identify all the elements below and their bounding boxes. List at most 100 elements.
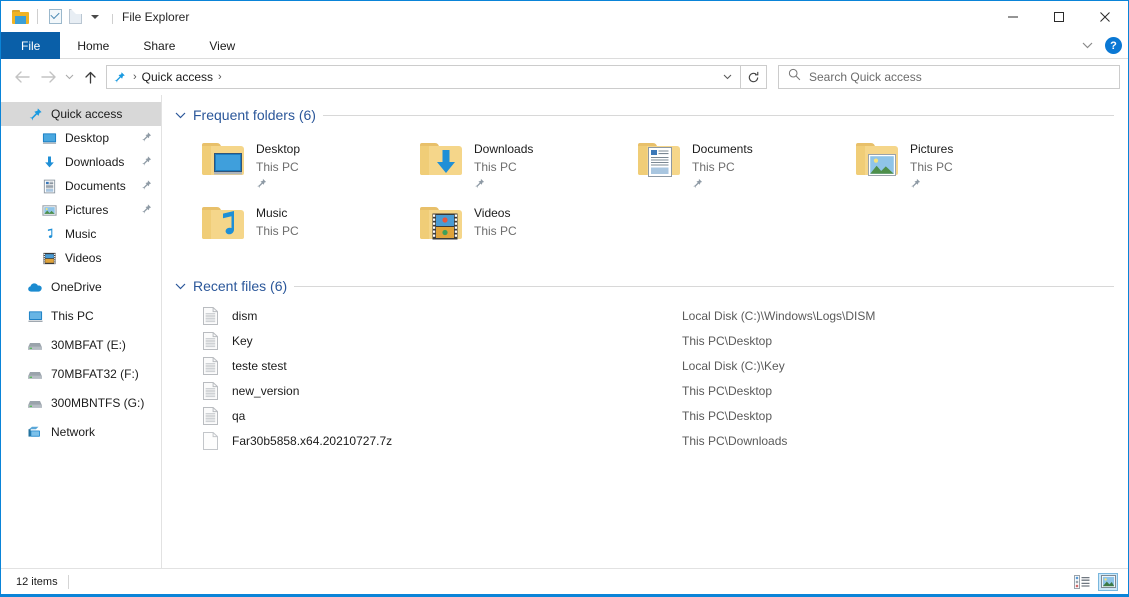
close-button[interactable]: [1082, 1, 1128, 32]
app-folder-icon[interactable]: [10, 7, 30, 27]
large-icons-view-button[interactable]: [1098, 573, 1118, 591]
desktop-icon: [40, 129, 58, 147]
sidebar-item-label: Quick access: [51, 107, 122, 121]
section-title: Recent files (6): [193, 278, 287, 294]
search-icon: [788, 68, 801, 86]
collapse-ribbon-chevron-icon[interactable]: [1078, 37, 1096, 55]
sidebar-item-drive-f[interactable]: 70MBFAT32 (F:): [1, 362, 161, 386]
recent-locations-chevron-icon[interactable]: [61, 64, 77, 90]
pin-star-icon: [26, 105, 44, 123]
recent-file-path: This PC\Desktop: [682, 384, 772, 398]
tab-view[interactable]: View: [192, 32, 252, 59]
address-dropdown-icon[interactable]: [718, 74, 736, 80]
up-button[interactable]: [77, 64, 103, 90]
quick-access-toolbar: File Explorer: [1, 7, 189, 27]
view-mode-buttons: [1072, 573, 1118, 591]
sidebar-item-documents[interactable]: Documents: [1, 174, 161, 198]
folder-location: This PC: [692, 160, 735, 174]
sidebar-item-drive-g[interactable]: 300MBNTFS (G:): [1, 391, 161, 415]
title-bar: File Explorer: [1, 1, 1128, 32]
tab-home[interactable]: Home: [60, 32, 126, 59]
sidebar-item-label: Desktop: [65, 131, 109, 145]
folder-meta: Desktop This PC: [256, 137, 300, 194]
folder-item-documents[interactable]: Documents This PC: [636, 133, 854, 197]
breadcrumb-quick-access[interactable]: Quick access: [142, 70, 213, 84]
sidebar-item-label: Videos: [65, 251, 101, 265]
drive-icon: [26, 394, 44, 412]
sidebar-item-desktop[interactable]: Desktop: [1, 126, 161, 150]
folder-meta: Music This PC: [256, 201, 299, 240]
blank-file-icon: [200, 432, 220, 450]
sidebar-item-videos[interactable]: Videos: [1, 246, 161, 270]
sidebar-item-label: Documents: [65, 179, 126, 193]
frequent-folders-grid: Desktop This PC Do: [174, 133, 1128, 261]
sidebar-item-pictures[interactable]: Pictures: [1, 198, 161, 222]
recent-files-header[interactable]: Recent files (6): [174, 275, 1128, 297]
status-divider: [68, 575, 69, 589]
sidebar-item-onedrive[interactable]: OneDrive: [1, 275, 161, 299]
pin-icon: [141, 203, 152, 218]
tab-file[interactable]: File: [1, 32, 60, 59]
sidebar-item-drive-e[interactable]: 30MBFAT (E:): [1, 333, 161, 357]
frequent-folders-header[interactable]: Frequent folders (6): [174, 104, 1128, 126]
folder-item-music[interactable]: Music This PC: [200, 197, 418, 261]
sidebar-item-downloads[interactable]: Downloads: [1, 150, 161, 174]
recent-file-name: new_version: [232, 384, 682, 398]
sidebar-item-music[interactable]: Music: [1, 222, 161, 246]
videos-icon: [40, 249, 58, 267]
folder-location: This PC: [474, 224, 517, 238]
folder-item-pictures[interactable]: Pictures This PC: [854, 133, 1072, 197]
chevron-down-icon[interactable]: [174, 112, 186, 119]
search-placeholder: Search Quick access: [809, 70, 922, 84]
breadcrumb-separator-2[interactable]: ›: [213, 71, 227, 83]
sidebar-item-label: Music: [65, 227, 96, 241]
recent-file-name: teste stest: [232, 359, 682, 373]
pin-icon: [692, 176, 703, 193]
details-view-button[interactable]: [1072, 573, 1092, 591]
toolbar-divider: [37, 9, 38, 24]
breadcrumb-separator: ›: [128, 71, 142, 83]
network-icon: [26, 423, 44, 441]
recent-file-row[interactable]: Key This PC\Desktop: [200, 328, 1128, 353]
tab-share[interactable]: Share: [126, 32, 192, 59]
folder-meta: Documents This PC: [692, 137, 753, 194]
this-pc-icon: [26, 307, 44, 325]
recent-file-row[interactable]: new_version This PC\Desktop: [200, 378, 1128, 403]
onedrive-cloud-icon: [26, 278, 44, 296]
properties-icon[interactable]: [45, 7, 65, 27]
chevron-down-icon[interactable]: [174, 283, 186, 290]
folder-item-downloads[interactable]: Downloads This PC: [418, 133, 636, 197]
recent-file-row[interactable]: Far30b5858.x64.20210727.7z This PC\Downl…: [200, 428, 1128, 453]
recent-file-row[interactable]: dism Local Disk (C:)\Windows\Logs\DISM: [200, 303, 1128, 328]
sidebar-item-label: 30MBFAT (E:): [51, 338, 126, 352]
recent-file-row[interactable]: teste stest Local Disk (C:)\Key: [200, 353, 1128, 378]
navigation-pane: Quick access Desktop: [1, 95, 162, 568]
folder-item-desktop[interactable]: Desktop This PC: [200, 133, 418, 197]
drive-icon: [26, 365, 44, 383]
sidebar-item-this-pc[interactable]: This PC: [1, 304, 161, 328]
sidebar-item-label: OneDrive: [51, 280, 102, 294]
new-folder-icon[interactable]: [65, 7, 85, 27]
item-count: 12 items: [1, 576, 58, 588]
sidebar-item-label: Network: [51, 425, 95, 439]
pin-icon: [141, 131, 152, 146]
folder-item-videos[interactable]: Videos This PC: [418, 197, 636, 261]
refresh-button[interactable]: [741, 65, 767, 89]
help-button[interactable]: ?: [1105, 37, 1122, 54]
window-controls: [990, 1, 1128, 32]
maximize-button[interactable]: [1036, 1, 1082, 32]
forward-button[interactable]: [35, 64, 61, 90]
recent-file-name: dism: [232, 309, 682, 323]
sidebar-item-network[interactable]: Network: [1, 420, 161, 444]
minimize-button[interactable]: [990, 1, 1036, 32]
address-input[interactable]: › Quick access ›: [106, 65, 741, 89]
back-button[interactable]: [9, 64, 35, 90]
recent-file-row[interactable]: qa This PC\Desktop: [200, 403, 1128, 428]
folder-name: Documents: [692, 142, 753, 156]
sidebar-item-label: 70MBFAT32 (F:): [51, 367, 139, 381]
section-rule: [323, 115, 1114, 116]
sidebar-item-quick-access[interactable]: Quick access: [1, 102, 161, 126]
search-box[interactable]: Search Quick access: [778, 65, 1120, 89]
pin-icon: [474, 176, 485, 193]
folder-name: Pictures: [910, 142, 953, 156]
